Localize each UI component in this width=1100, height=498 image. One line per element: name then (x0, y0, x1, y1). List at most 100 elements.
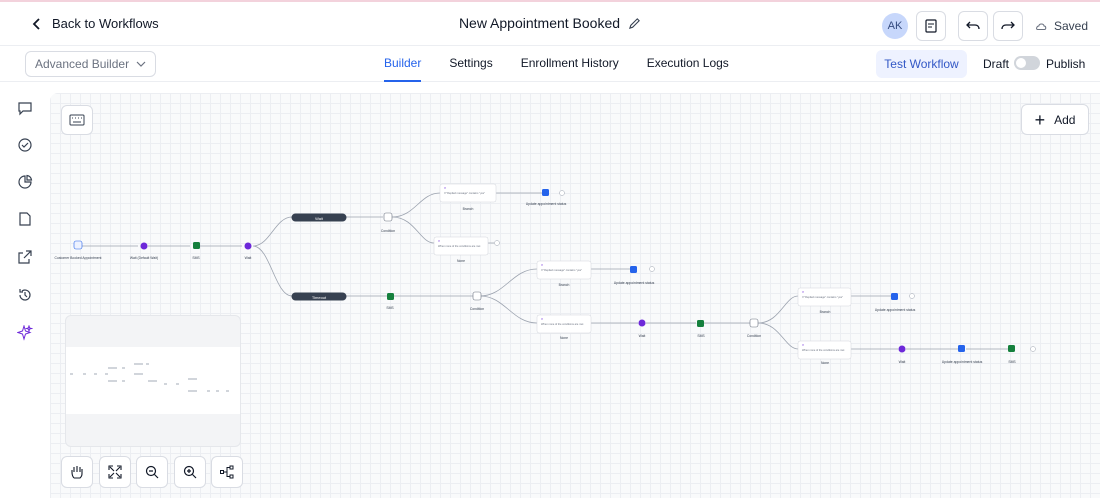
redo-button[interactable] (993, 11, 1023, 41)
svg-text:When none of the conditions ar: When none of the conditions are met (802, 348, 845, 352)
hierarchy-icon (220, 465, 234, 479)
svg-text:Timeout: Timeout (312, 295, 327, 300)
svg-text:Update appointment status: Update appointment status (526, 202, 567, 206)
publish-label: Publish (1046, 57, 1086, 71)
publish-toggle[interactable] (1014, 56, 1040, 70)
auto-layout-button[interactable] (211, 456, 243, 488)
sms-node-2[interactable] (387, 293, 394, 300)
sub-toolbar: Advanced Builder Builder Settings Enroll… (0, 46, 1100, 82)
builder-mode-select[interactable]: Advanced Builder (25, 51, 156, 77)
undo-button[interactable] (958, 11, 988, 41)
back-to-workflows-link[interactable]: Back to Workflows (30, 16, 159, 31)
pan-button[interactable] (61, 456, 93, 488)
redo-icon (1001, 21, 1015, 30)
svg-text:None: None (821, 361, 829, 365)
svg-text:SMS: SMS (1008, 360, 1016, 364)
svg-text:When none of the conditions ar: When none of the conditions are met (438, 244, 481, 248)
chevron-left-icon (32, 17, 40, 30)
pencil-icon[interactable] (628, 17, 641, 30)
zoom-out-button[interactable] (136, 456, 168, 488)
svg-text:Condition: Condition (747, 334, 761, 338)
zoom-in-icon (183, 465, 197, 479)
add-step-dot[interactable] (559, 190, 565, 196)
wait-node[interactable]: Wait (291, 213, 347, 222)
zoom-out-icon (145, 465, 159, 479)
update-status-node-1[interactable] (542, 189, 549, 196)
condition-node-3[interactable] (749, 318, 759, 328)
test-workflow-button[interactable]: Test Workflow (876, 50, 967, 78)
pie-chart-icon[interactable] (17, 174, 33, 190)
svg-text:If: If (802, 343, 804, 347)
workflow-tabs: Builder Settings Enrollment History Exec… (384, 46, 729, 82)
svg-text:Branch: Branch (559, 283, 570, 287)
check-circle-icon[interactable] (17, 137, 33, 153)
minimap[interactable] (65, 315, 241, 447)
update-status-node-2[interactable] (630, 266, 637, 273)
svg-text:If: If (541, 317, 543, 321)
svg-text:When none of the conditions ar: When none of the conditions are met (541, 322, 584, 326)
svg-text:Wait: Wait (245, 256, 252, 260)
svg-text:Wait: Wait (639, 334, 646, 338)
sparkles-icon[interactable] (17, 325, 33, 341)
svg-text:If "Replied message" contains: If "Replied message" contains "yes" (444, 191, 485, 195)
chevron-down-icon (136, 61, 146, 67)
tab-builder[interactable]: Builder (384, 46, 422, 82)
update-status-node-3[interactable] (891, 293, 898, 300)
svg-text:Branch: Branch (463, 207, 474, 211)
document-list-icon (925, 19, 937, 33)
external-link-icon[interactable] (17, 249, 33, 265)
wait-node-4[interactable] (898, 345, 906, 353)
svg-text:If "Replied message" contains: If "Replied message" contains "yes" (541, 268, 582, 272)
avatar[interactable]: AK (882, 13, 908, 39)
history-icon[interactable] (17, 287, 33, 303)
wait-node-3[interactable] (638, 319, 646, 327)
wait-default-node[interactable] (140, 242, 148, 250)
update-status-node-4[interactable] (958, 345, 965, 352)
sms-node[interactable] (193, 242, 200, 249)
add-step-dot[interactable] (649, 266, 655, 272)
tab-enrollment-history[interactable]: Enrollment History (521, 46, 619, 82)
workflow-summary-button[interactable] (916, 11, 946, 41)
wait-step-node[interactable] (244, 242, 252, 250)
svg-text:If: If (438, 239, 440, 243)
zoom-in-button[interactable] (174, 456, 206, 488)
back-label: Back to Workflows (52, 16, 159, 31)
trigger-node[interactable] (73, 240, 83, 250)
condition-node-1[interactable] (383, 212, 393, 222)
fit-view-button[interactable] (99, 456, 131, 488)
tab-settings[interactable]: Settings (449, 46, 492, 82)
add-step-dot[interactable] (909, 293, 915, 299)
undo-icon (966, 21, 980, 30)
timeout-node[interactable]: Timeout (291, 292, 347, 301)
sms-node-3[interactable] (697, 320, 704, 327)
condition-node-2[interactable] (472, 291, 482, 301)
builder-mode-value: Advanced Builder (35, 57, 130, 71)
minimap-preview (70, 363, 229, 392)
workflow-canvas[interactable]: + Add Wait Timeout Customer Booked Appoi… (50, 93, 1100, 498)
add-step-dot[interactable] (1030, 346, 1036, 352)
expand-icon (108, 465, 122, 479)
saved-label: Saved (1054, 19, 1089, 33)
svg-text:Update appointment status: Update appointment status (942, 360, 983, 364)
workflow-title[interactable]: New Appointment Booked (459, 15, 641, 31)
svg-text:If: If (802, 290, 804, 294)
svg-text:If "Replied message" contains: If "Replied message" contains "yes" (802, 295, 843, 299)
svg-text:Wait: Wait (315, 216, 324, 221)
svg-text:Update appointment status: Update appointment status (875, 308, 916, 312)
add-step-dot[interactable] (494, 240, 500, 246)
svg-text:If: If (444, 186, 446, 190)
svg-text:SMS: SMS (386, 306, 394, 310)
svg-text:None: None (457, 259, 465, 263)
svg-text:SMS: SMS (697, 334, 705, 338)
svg-text:Condition: Condition (470, 307, 484, 311)
file-icon[interactable] (17, 211, 33, 227)
cloud-icon (1036, 23, 1047, 31)
top-bar: Back to Workflows New Appointment Booked… (0, 0, 1100, 46)
draft-label: Draft (983, 57, 1010, 71)
tab-execution-logs[interactable]: Execution Logs (647, 46, 729, 82)
sms-node-4[interactable] (1008, 345, 1015, 352)
left-sidebar (0, 82, 50, 498)
svg-text:Update appointment status: Update appointment status (614, 281, 655, 285)
saved-status: Saved (1034, 19, 1088, 33)
chat-icon[interactable] (17, 100, 33, 116)
